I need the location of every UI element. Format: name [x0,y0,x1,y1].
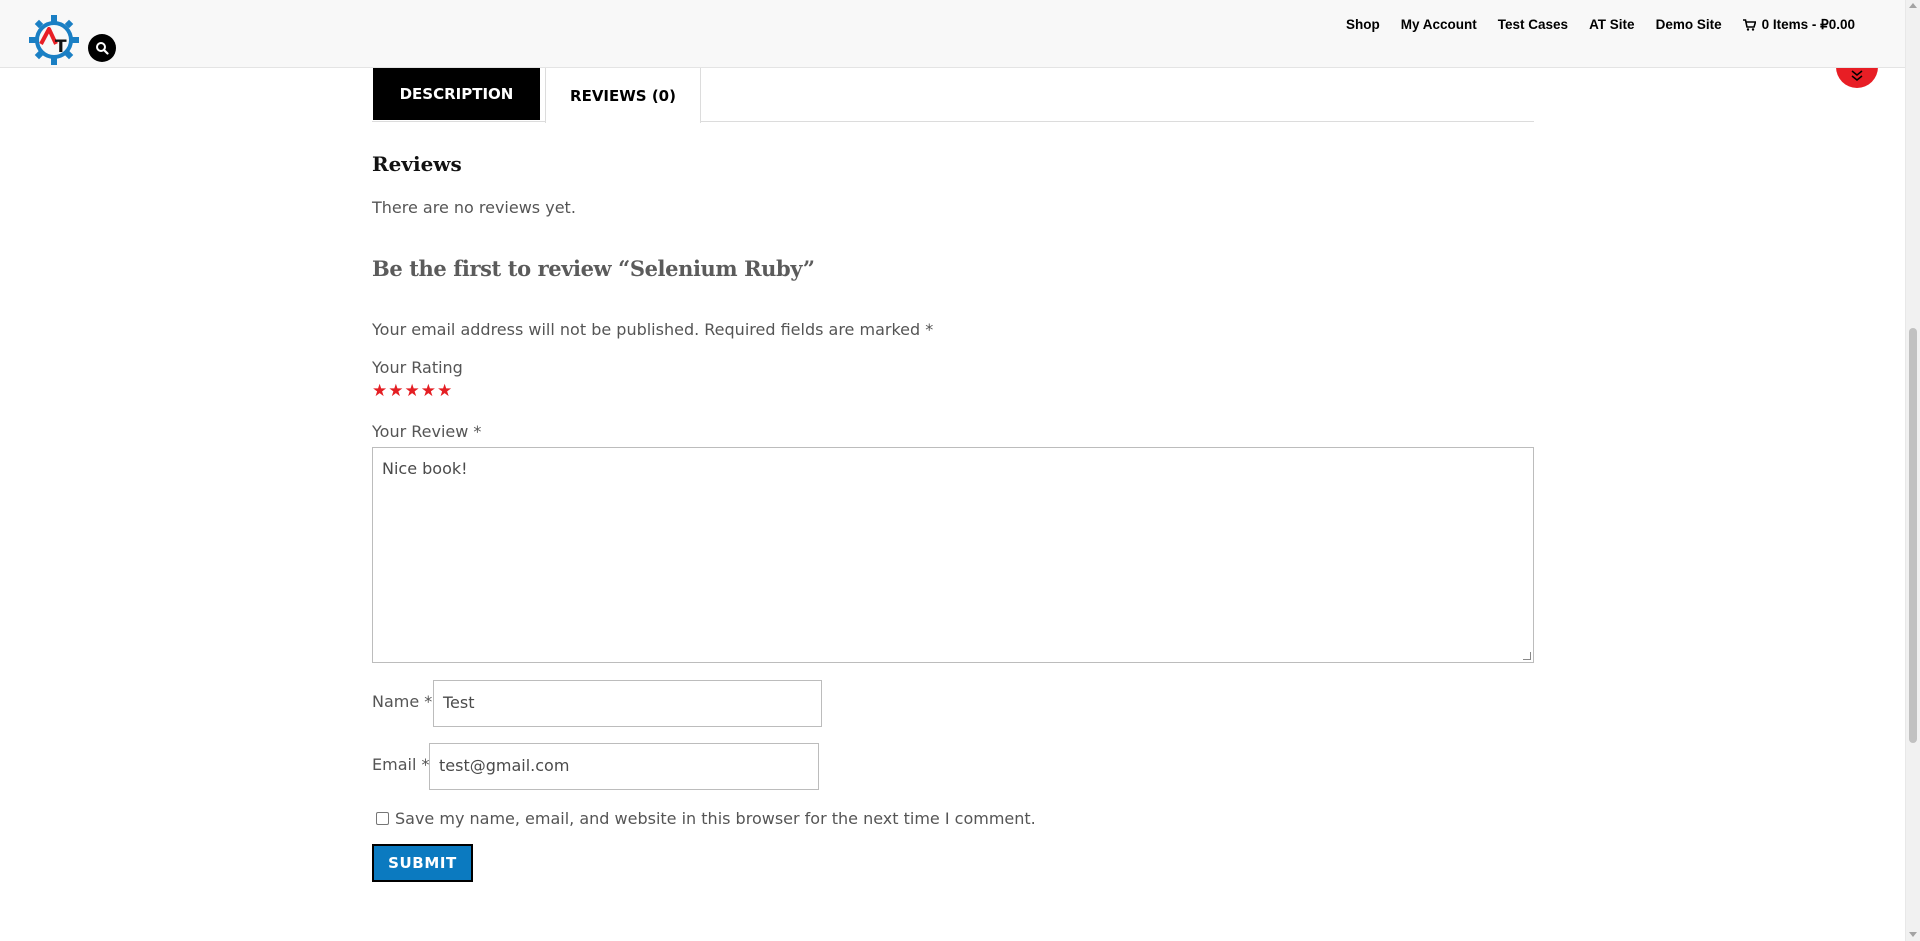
no-reviews-text: There are no reviews yet. [372,198,576,217]
review-form-title: Be the first to review “Selenium Ruby” [372,256,815,281]
scroll-up-arrow-icon[interactable] [1909,3,1917,8]
main-nav: Shop My Account Test Cases AT Site Demo … [1346,17,1855,33]
nav-demo-site[interactable]: Demo Site [1656,17,1722,33]
nav-shop[interactable]: Shop [1346,17,1380,33]
star-icon[interactable]: ★ [388,381,403,401]
cart-link[interactable]: 0 Items - ₽0.00 [1742,17,1855,33]
star-icon[interactable]: ★ [405,381,420,401]
save-info-checkbox[interactable] [376,812,389,825]
site-logo[interactable]: T [28,14,80,66]
star-icon[interactable]: ★ [372,381,387,401]
tab-reviews[interactable]: REVIEWS (0) [545,68,701,123]
review-textarea[interactable]: Nice book! [372,447,1534,663]
page-scrollbar[interactable] [1905,0,1920,941]
rating-label: Your Rating [372,358,463,377]
star-icon[interactable]: ★ [437,381,452,401]
cart-icon [1742,19,1756,31]
cart-summary: 0 Items - ₽0.00 [1761,17,1855,32]
scroll-down-arrow-icon[interactable] [1909,932,1917,937]
svg-text:T: T [55,37,67,57]
submit-button[interactable]: SUBMIT [372,844,473,882]
resize-handle[interactable] [1523,652,1531,660]
nav-my-account[interactable]: My Account [1401,17,1477,33]
search-button[interactable] [88,34,116,62]
name-value: Test [443,693,475,712]
star-icon[interactable]: ★ [421,381,436,401]
email-label: Email * [372,755,430,774]
double-chevron-down-icon [1851,70,1863,81]
product-tabs-section: DESCRIPTION REVIEWS (0) Reviews There ar… [372,68,1534,882]
save-info-consent: Save my name, email, and website in this… [372,809,1036,828]
nav-at-site[interactable]: AT Site [1589,17,1635,33]
nav-test-cases[interactable]: Test Cases [1498,17,1568,33]
name-label: Name * [372,692,433,711]
review-label: Your Review * [372,422,482,441]
save-info-label[interactable]: Save my name, email, and website in this… [395,809,1036,828]
required-fields-note: Your email address will not be published… [372,320,934,339]
email-value: test@gmail.com [439,756,570,775]
product-tabs: DESCRIPTION REVIEWS (0) [372,68,1534,123]
site-header: T Shop My Account Test Cases AT Site Dem… [0,0,1905,68]
gear-logo-icon: T [29,15,79,65]
scrollbar-thumb[interactable] [1909,328,1917,743]
tab-description[interactable]: DESCRIPTION [373,68,540,120]
email-field[interactable]: test@gmail.com [429,743,819,790]
name-field[interactable]: Test [433,680,822,727]
reviews-heading: Reviews [372,152,462,176]
review-text: Nice book! [382,459,468,478]
search-icon [96,42,109,55]
star-rating[interactable]: ★ ★ ★ ★ ★ [372,381,452,401]
